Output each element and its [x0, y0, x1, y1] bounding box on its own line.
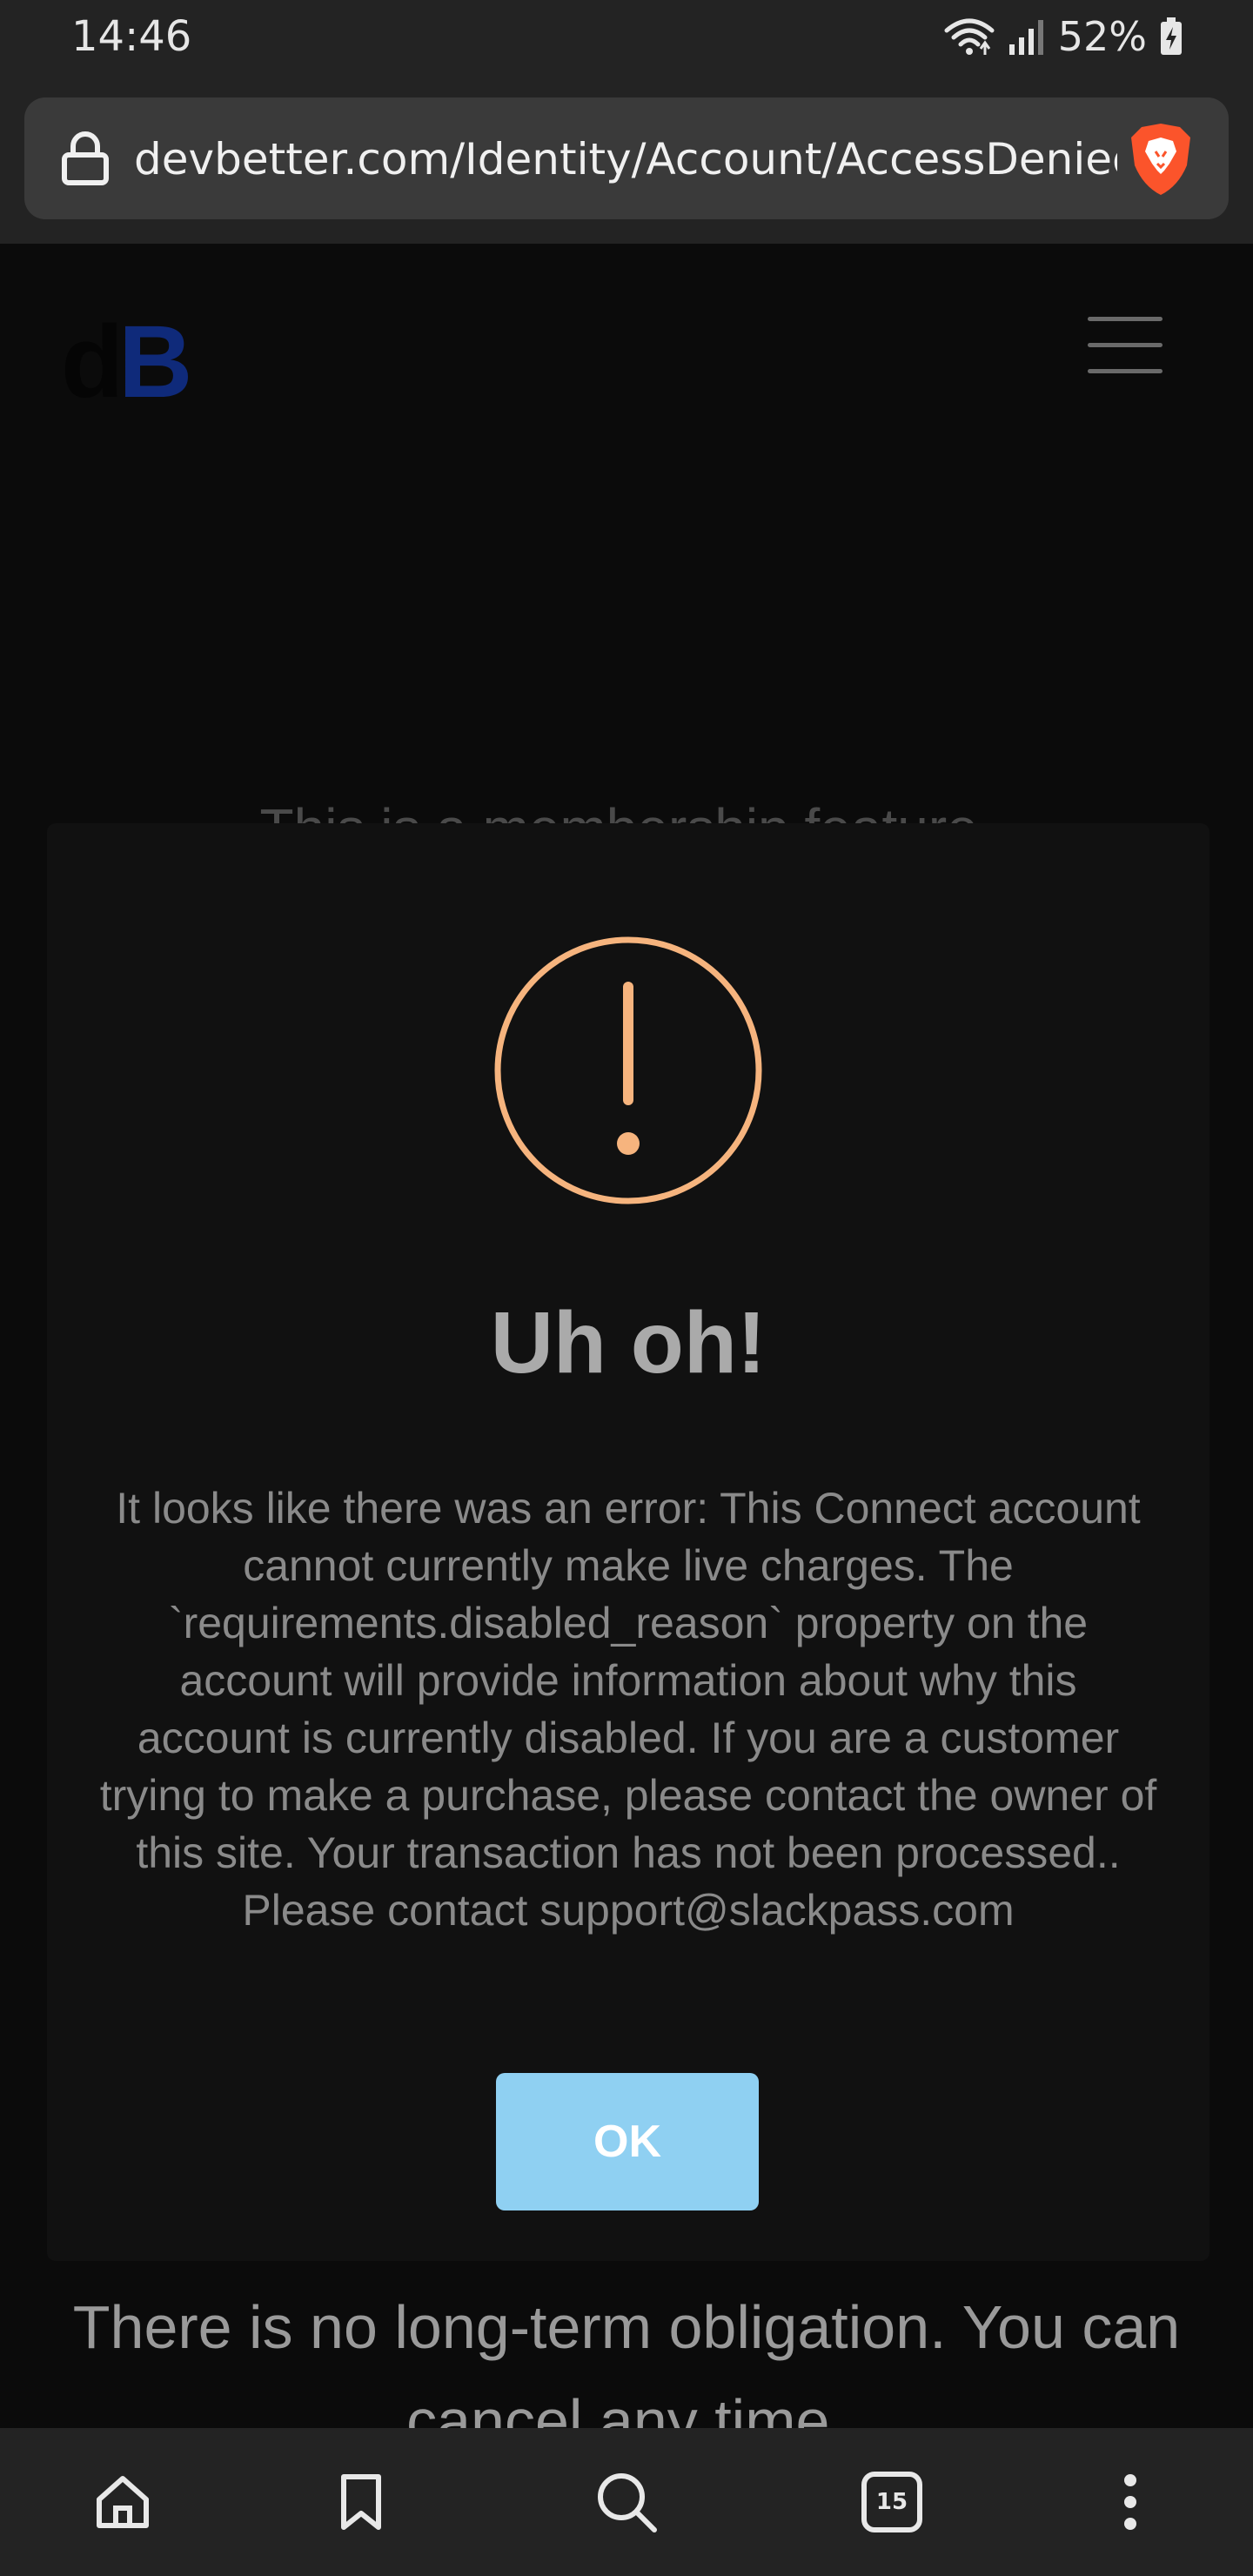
battery-charging-icon [1161, 17, 1182, 55]
modal-title: Uh oh! [490, 1294, 767, 1392]
modal-message: It looks like there was an error: This C… [99, 1484, 1157, 1935]
wifi-icon [944, 18, 995, 55]
battery-percent: 52% [1057, 13, 1147, 60]
ok-button[interactable]: OK [496, 2073, 759, 2210]
home-icon[interactable] [84, 2463, 162, 2541]
tabs-icon[interactable]: 15 [853, 2463, 931, 2541]
status-time: 14:46 [71, 12, 192, 61]
lock-icon[interactable] [59, 131, 111, 186]
signal-icon [1008, 20, 1043, 55]
page-obligation-text: There is no long-term obligation. You ca… [72, 2293, 1181, 2428]
address-bar[interactable]: devbetter.com/Identity/Account/AccessDen… [24, 97, 1229, 219]
error-modal: Uh oh! It looks like there was an error:… [47, 823, 1209, 2261]
site-logo[interactable]: dB [61, 303, 192, 421]
url-text[interactable]: devbetter.com/Identity/Account/AccessDen… [134, 129, 1117, 190]
tabs-count: 15 [875, 2489, 908, 2515]
brave-shield-icon[interactable] [1126, 120, 1196, 198]
browser-bottom-nav: 15 [0, 2428, 1253, 2576]
status-bar: 14:46 52% [0, 0, 1253, 78]
search-icon[interactable] [587, 2463, 666, 2541]
bookmark-icon[interactable] [322, 2463, 400, 2541]
more-icon[interactable] [1091, 2463, 1169, 2541]
menu-icon[interactable] [1088, 317, 1163, 374]
alert-circle-icon [494, 936, 762, 1204]
status-icons: 52% [943, 10, 1183, 63]
browser-toolbar: devbetter.com/Identity/Account/AccessDen… [0, 78, 1253, 244]
